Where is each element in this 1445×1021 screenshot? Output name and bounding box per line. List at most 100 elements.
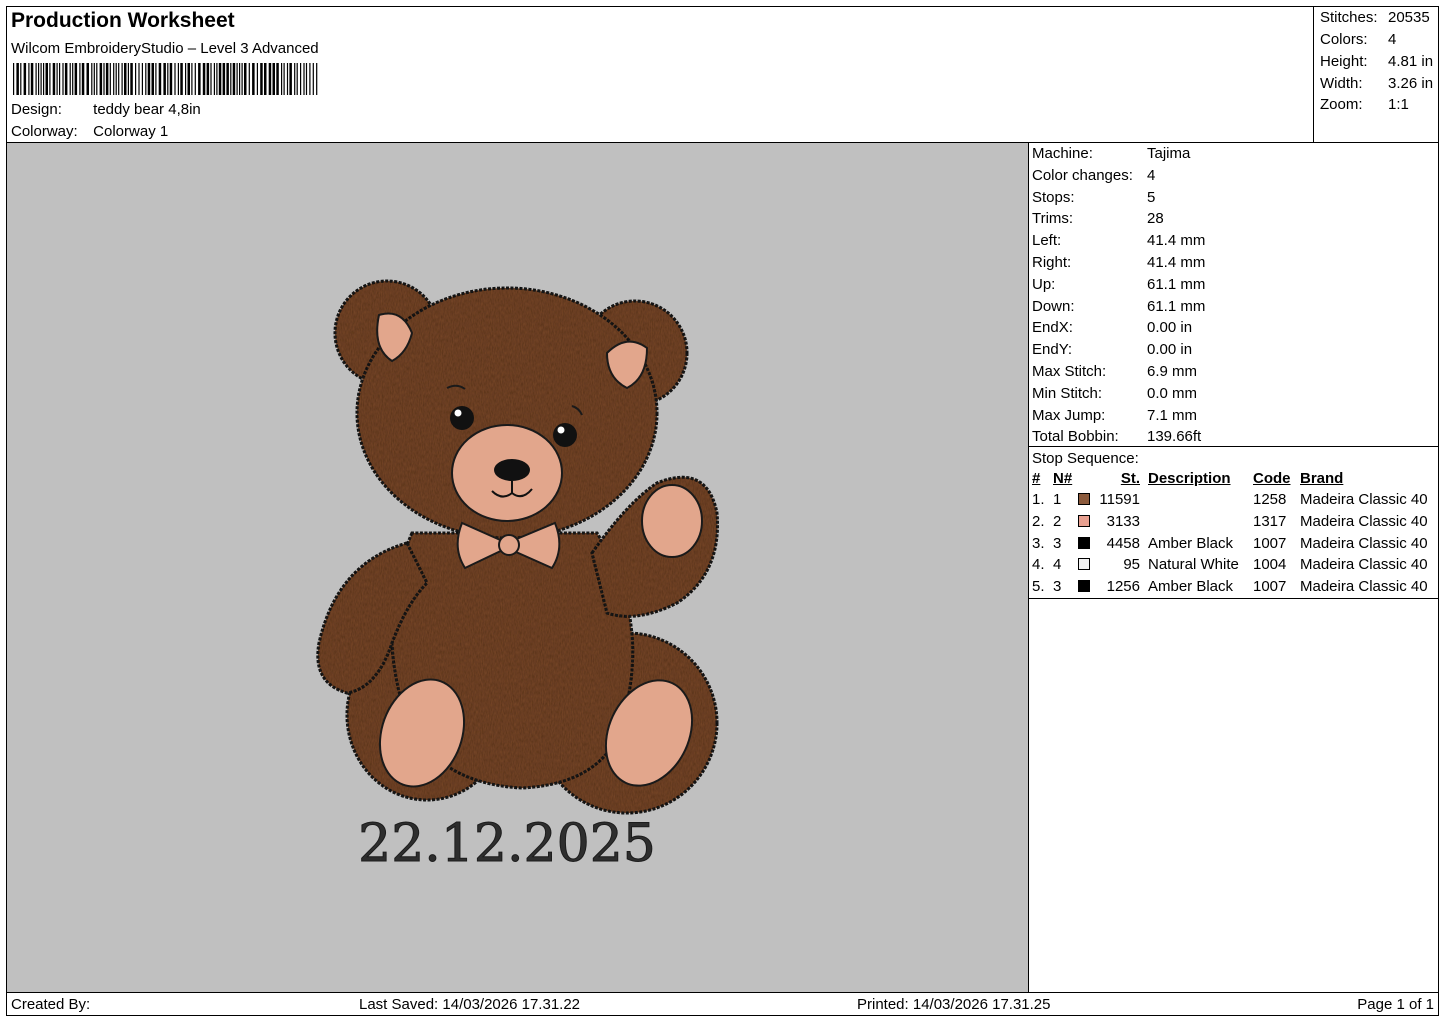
barcode-bar	[305, 63, 308, 95]
barcode-bar	[244, 63, 247, 95]
stop-cell-st: 4458	[1106, 534, 1140, 552]
stop-cell-num: 5.	[1032, 578, 1045, 596]
barcode-bar	[135, 63, 137, 95]
left-eye	[450, 406, 474, 430]
barcode-bar	[49, 63, 51, 95]
barcode-bar	[127, 63, 129, 95]
barcode-bar	[93, 63, 95, 95]
created-by: Created By:	[11, 996, 91, 1013]
embroidered-date: 22.12.2025	[358, 814, 656, 874]
stop-cell-brand: Madeira Classic 40	[1300, 578, 1428, 596]
stop-cell-description: Amber Black	[1148, 534, 1234, 552]
info-value: 5	[1147, 188, 1156, 206]
design-stats: Stitches: 20535 Colors: 4 Height: 4.81 in W…	[1313, 6, 1439, 143]
barcode-bar	[312, 63, 314, 95]
barcode-bar	[316, 63, 318, 95]
stat-label: Height:	[1320, 53, 1368, 70]
info-value: 0.00 in	[1147, 319, 1193, 337]
info-label: Color changes:	[1032, 166, 1133, 184]
worksheet-footer: Created By: Last Saved: 14/03/2026 17.31…	[6, 992, 1439, 1016]
worksheet-header: Production Worksheet Wilcom EmbroiderySt…	[6, 6, 1314, 143]
stop-cell-n: 1	[1053, 491, 1062, 508]
barcode-bar	[296, 63, 298, 95]
machine-info-row: Max Stitch: 6.9 mm	[1032, 363, 1197, 380]
barcode-bar	[105, 63, 109, 95]
barcode-bar	[256, 63, 258, 95]
barcode-bar	[141, 63, 143, 95]
barcode-bar	[16, 63, 19, 95]
barcode-bar	[52, 63, 56, 95]
column-header-st: St.	[1120, 470, 1140, 487]
info-label: Left:	[1032, 232, 1062, 250]
barcode-bar	[213, 63, 215, 95]
machine-info-row: Left: 41.4 mm	[1032, 232, 1205, 249]
barcode-bar	[30, 63, 34, 95]
barcode-bar	[232, 63, 236, 95]
design-label: Design:	[11, 101, 62, 118]
stop-cell-code: 1258	[1253, 491, 1287, 508]
thread-color-swatch	[1078, 493, 1090, 505]
stat-width: Width: 3.26 in	[1320, 75, 1433, 92]
barcode-bar	[169, 63, 173, 95]
barcode-bar	[241, 63, 243, 95]
stat-stitches: Stitches: 20535	[1320, 9, 1430, 26]
design-value: teddy bear 4,8in	[93, 101, 201, 118]
stop-cell-brand: Madeira Classic 40	[1300, 534, 1428, 552]
barcode-bar	[163, 63, 166, 95]
column-header-n: N#	[1053, 470, 1073, 487]
right-paw	[641, 484, 703, 558]
stop-cell-description: Amber Black	[1148, 578, 1234, 596]
column-header-code: Code	[1253, 470, 1291, 487]
barcode-bar	[45, 63, 48, 95]
barcode-bar	[236, 63, 238, 95]
machine-info-row: Up: 61.1 mm	[1032, 276, 1205, 293]
barcode-bar	[118, 63, 120, 95]
stat-value: 1:1	[1388, 96, 1409, 113]
barcode-bar	[187, 63, 190, 95]
barcode-bar	[13, 63, 15, 95]
barcode-bar	[272, 63, 275, 95]
barcode-bar	[191, 63, 193, 95]
barcode-bar	[62, 63, 64, 95]
stat-value: 20535	[1388, 9, 1430, 26]
page-number: Page 1 of 1	[1357, 996, 1434, 1013]
section-divider	[1029, 446, 1438, 447]
barcode-bar	[260, 63, 263, 95]
page-title: Production Worksheet	[11, 9, 235, 32]
stop-sequence-title: Stop Sequence:	[1032, 450, 1139, 467]
info-value: 61.1 mm	[1147, 275, 1206, 293]
barcode-bar	[74, 63, 78, 95]
barcode-bar	[210, 63, 212, 95]
stat-value: 3.26 in	[1388, 75, 1434, 92]
barcode-bar	[264, 63, 267, 95]
barcode-bar	[226, 63, 229, 95]
info-value: 61.1 mm	[1147, 297, 1206, 315]
barcode-bar	[138, 63, 140, 95]
barcode-bar	[103, 63, 105, 95]
barcode-bar	[218, 63, 222, 95]
barcode-bar	[309, 63, 311, 95]
stop-cell-description: Natural White	[1148, 556, 1239, 574]
barcode-bar	[91, 63, 93, 95]
barcode-bar	[23, 63, 27, 95]
info-label: Min Stitch:	[1032, 384, 1103, 402]
barcode-bar	[38, 63, 40, 95]
stop-cell-st: 95	[1123, 556, 1140, 574]
barcode-image	[13, 63, 318, 95]
info-value: 41.4 mm	[1147, 254, 1206, 271]
barcode-bar	[167, 63, 169, 95]
barcode-bar	[198, 63, 201, 95]
column-header-description: Description	[1148, 470, 1231, 487]
left-eye-shine	[454, 409, 462, 417]
colorway-label: Colorway:	[11, 123, 78, 140]
stat-value: 4.81 in	[1388, 53, 1434, 70]
barcode-bar	[86, 63, 89, 95]
barcode-bar	[64, 63, 68, 95]
barcode-bar	[115, 63, 117, 95]
stop-cell-code: 1007	[1253, 534, 1287, 552]
barcode-bar	[56, 63, 58, 95]
barcode-bar	[40, 63, 42, 95]
barcode-bar	[28, 63, 30, 95]
info-label: Total Bobbin:	[1032, 428, 1119, 446]
stop-cell-st: 1256	[1106, 578, 1140, 596]
